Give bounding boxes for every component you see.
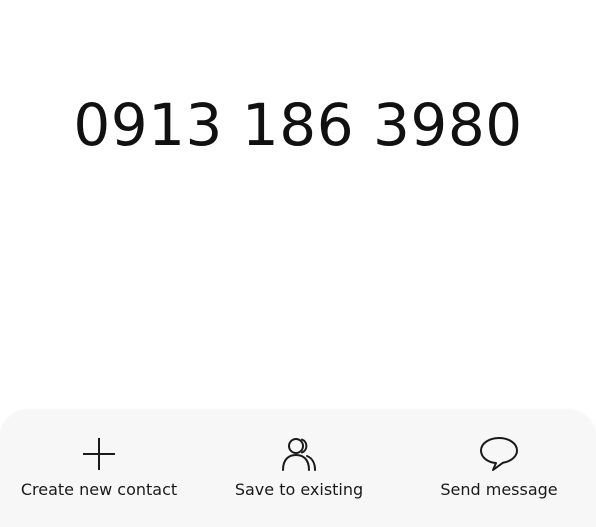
plus-icon (79, 434, 119, 474)
dialed-number[interactable]: 0913 186 3980 (0, 84, 596, 166)
send-message-label: Send message (440, 480, 558, 499)
create-new-contact-label: Create new contact (20, 480, 178, 499)
action-panel: Create new contact Save to existing Send… (0, 410, 596, 527)
save-to-existing-button[interactable]: Save to existing (199, 410, 399, 527)
create-new-contact-button[interactable]: Create new contact (0, 410, 198, 527)
message-bubble-icon (479, 434, 519, 474)
contacts-icon (279, 434, 319, 474)
save-to-existing-label: Save to existing (234, 480, 364, 499)
dialer-screen: 0913 186 3980 Create new contact Save to… (0, 0, 596, 527)
send-message-button[interactable]: Send message (399, 410, 596, 527)
